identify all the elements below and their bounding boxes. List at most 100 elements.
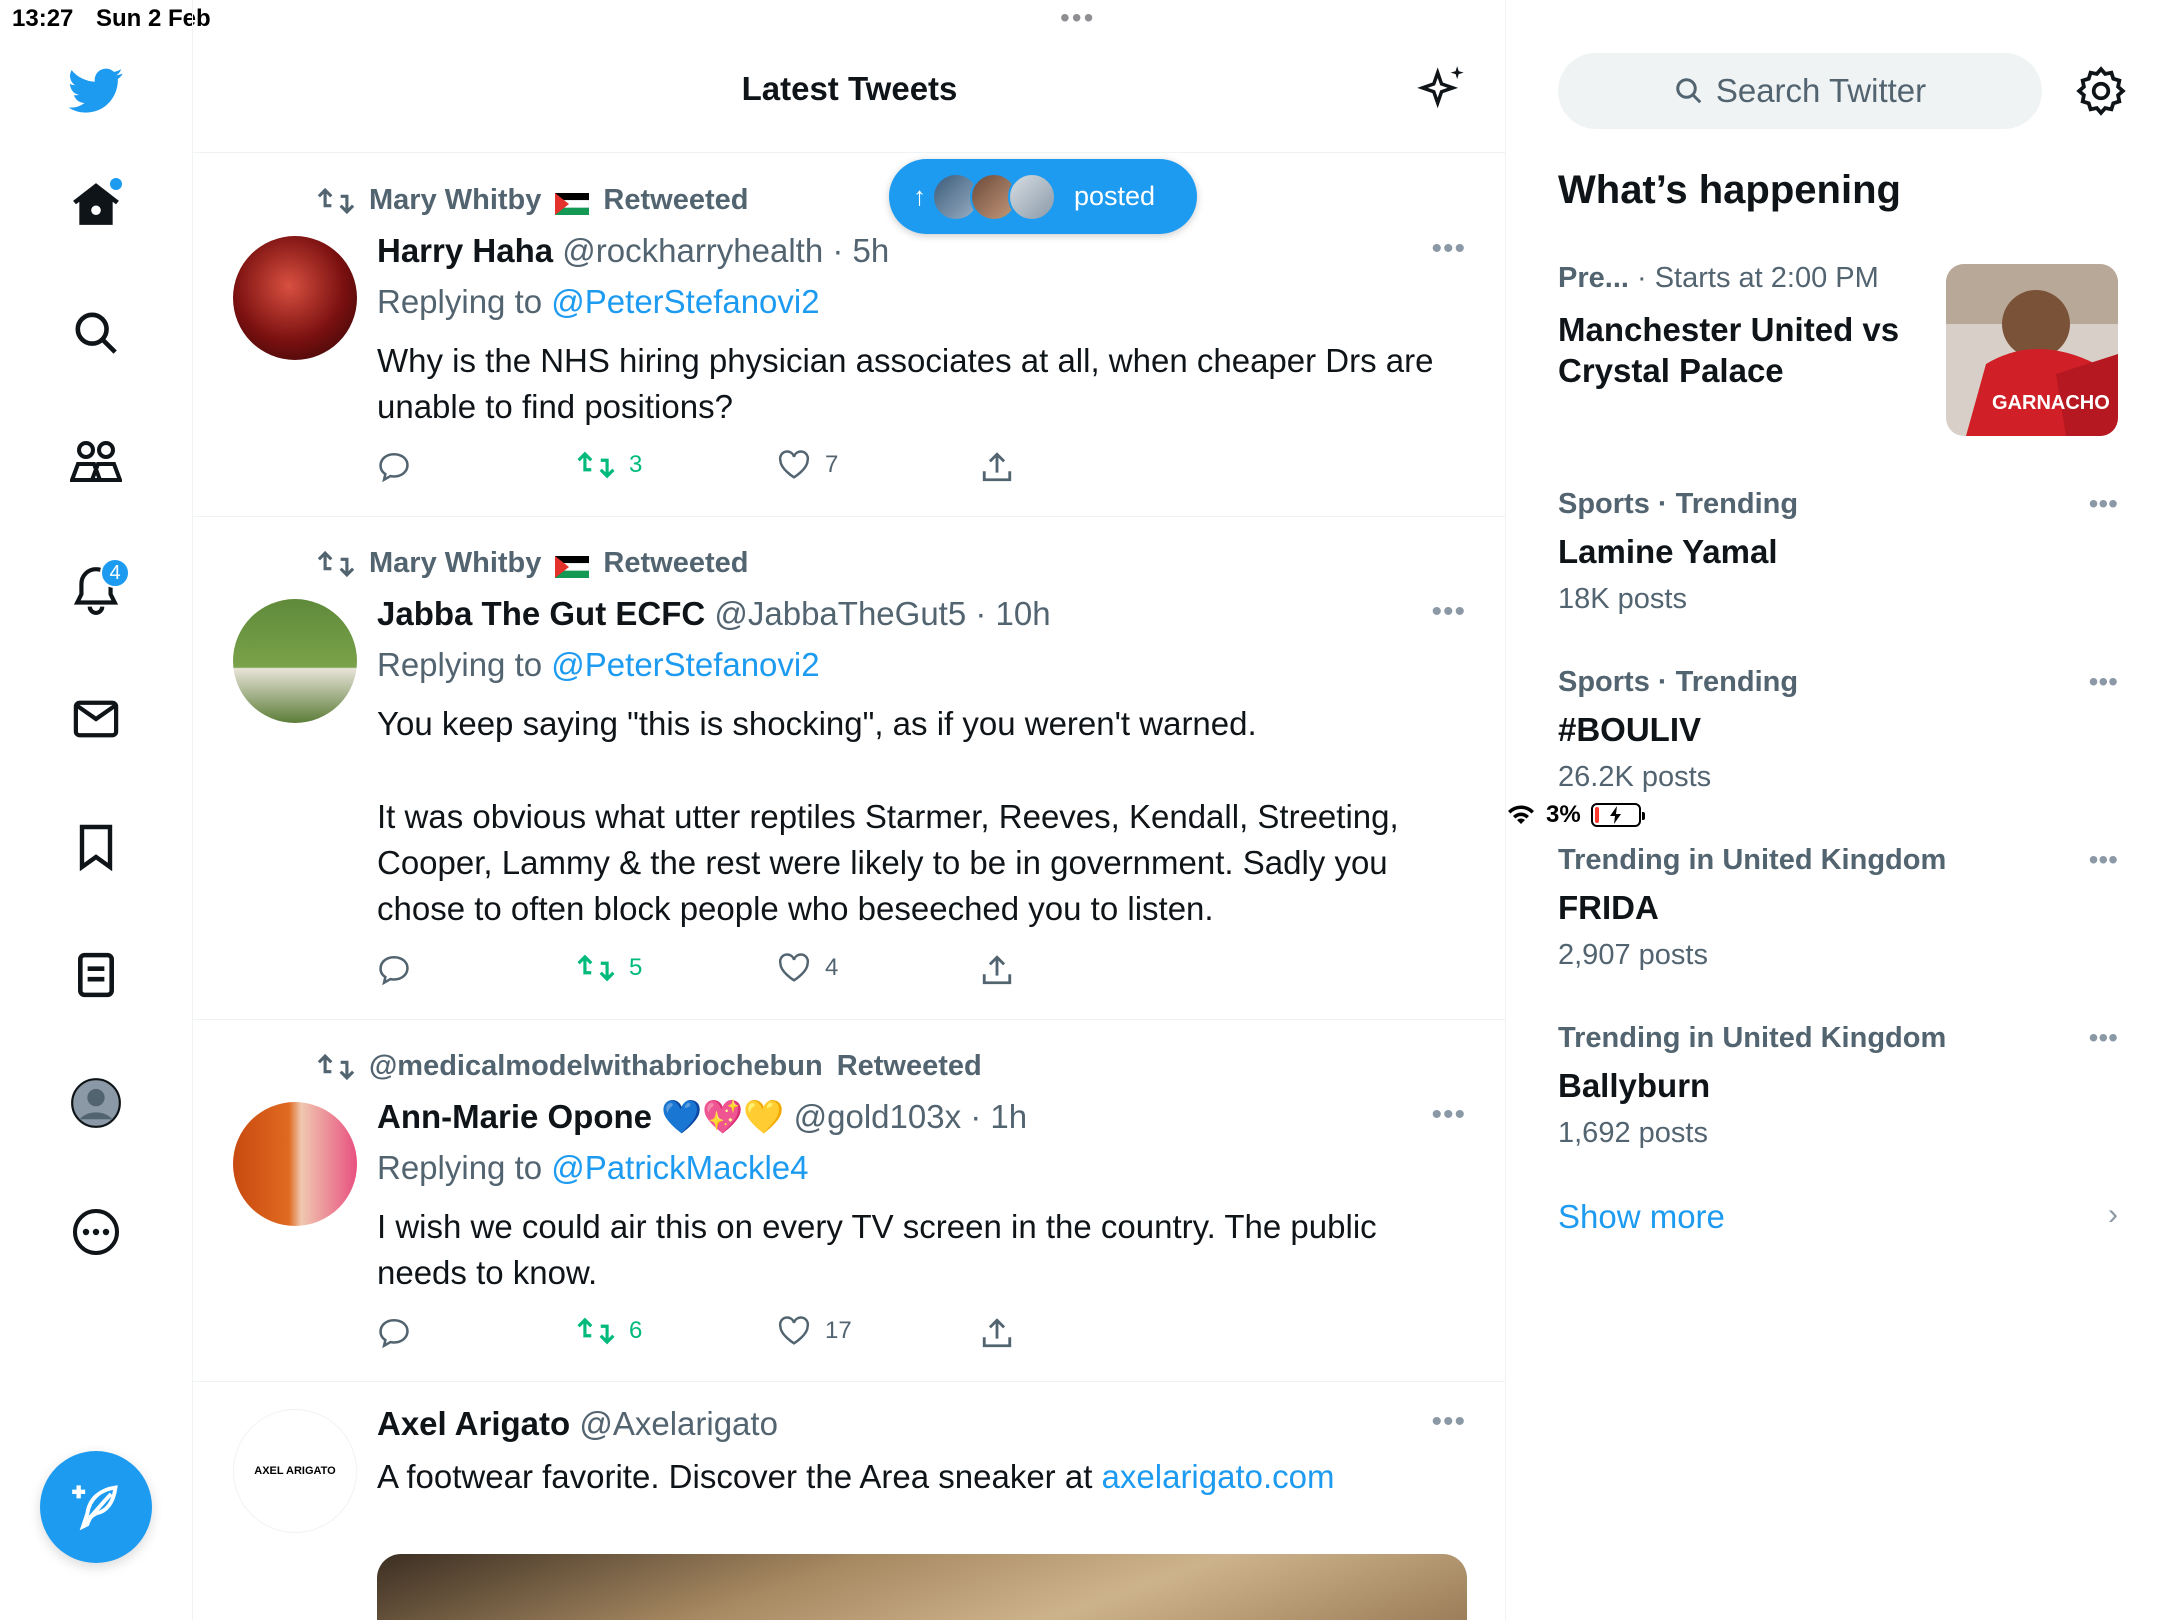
tweet-more-icon[interactable]: •••: [1431, 1098, 1466, 1132]
promo-media[interactable]: [377, 1554, 1467, 1620]
sparkle-icon[interactable]: [1416, 64, 1468, 116]
promo-link[interactable]: axelarigato.com: [1102, 1458, 1335, 1495]
compose-feather-icon: [72, 1485, 118, 1531]
timeline-column: Latest Tweets ↑ posted Mary Whitby Retwe…: [193, 0, 1506, 1620]
author-handle[interactable]: @Axelarigato: [579, 1405, 778, 1442]
replying-to-link[interactable]: @PeterStefanovi2: [551, 283, 819, 320]
search-icon[interactable]: [60, 297, 132, 369]
event-card[interactable]: Pre... · Starts at 2:00 PM Manchester Un…: [1558, 262, 2118, 437]
trend-more-icon[interactable]: •••: [2089, 488, 2118, 520]
notifications-badge: 4: [100, 558, 130, 588]
tweet-time: 5h: [852, 232, 890, 269]
retweet-icon: [577, 1317, 615, 1345]
trend-more-icon[interactable]: •••: [2089, 844, 2118, 876]
share-icon: [982, 1318, 1012, 1348]
replying-to-link[interactable]: @PatrickMackle4: [551, 1149, 808, 1186]
timeline-header: Latest Tweets: [193, 40, 1506, 153]
tweet-more-icon[interactable]: •••: [1431, 232, 1466, 266]
trend-item[interactable]: Sports · Trending Lamine Yamal 18K posts…: [1558, 488, 2118, 616]
settings-gear-icon[interactable]: [2076, 66, 2126, 116]
retweet-button[interactable]: 6: [577, 1316, 642, 1346]
chevron-right-icon: ›: [2108, 1198, 2118, 1231]
twitter-logo-icon[interactable]: [60, 55, 132, 127]
like-button[interactable]: 4: [777, 953, 838, 983]
retweet-button[interactable]: 5: [577, 953, 642, 983]
author-name[interactable]: Axel Arigato: [377, 1405, 570, 1442]
author-handle[interactable]: @gold103x: [794, 1098, 961, 1135]
promoted-tweet[interactable]: AXEL ARIGATO Axel Arigato @Axelarigato •…: [193, 1382, 1506, 1620]
trend-more-icon[interactable]: •••: [2089, 1022, 2118, 1054]
communities-icon[interactable]: [60, 426, 132, 498]
lists-icon[interactable]: [60, 939, 132, 1011]
event-thumb-text: GARNACHO: [1992, 392, 2110, 414]
replying-to-link[interactable]: @PeterStefanovi2: [551, 646, 819, 683]
reply-icon: [379, 955, 409, 986]
trend-name: Lamine Yamal: [1558, 533, 1778, 570]
retweeter-name[interactable]: Mary Whitby: [369, 184, 541, 217]
retweet-count: 6: [629, 1317, 643, 1344]
retweet-count: 3: [629, 451, 643, 478]
author-handle[interactable]: @JabbaTheGut5: [714, 595, 966, 632]
share-icon: [982, 955, 1012, 985]
profile-avatar-icon[interactable]: [60, 1067, 132, 1139]
search-placeholder: Search Twitter: [1715, 72, 1927, 109]
tweet[interactable]: Mary Whitby Retweeted Jabba The Gut ECFC…: [193, 517, 1506, 1020]
show-more-link[interactable]: Show more ›: [1558, 1198, 2118, 1236]
avatar[interactable]: [233, 599, 357, 723]
share-icon: [982, 452, 1012, 482]
palestine-flag-icon: [555, 190, 590, 215]
tweet-more-icon[interactable]: •••: [1431, 1405, 1466, 1439]
author-name[interactable]: Ann-Marie Opone: [377, 1098, 652, 1135]
retweet-context: @medicalmodelwithabriochebun Retweeted: [317, 1050, 982, 1083]
tweet-header: Jabba The Gut ECFC @JabbaTheGut5 · 10h: [377, 595, 1051, 632]
event-title: Manchester United vs Crystal Palace: [1558, 311, 1900, 389]
trend-item[interactable]: Trending in United Kingdom Ballyburn 1,6…: [1558, 1022, 2118, 1150]
retweeted-label: Retweeted: [836, 1050, 982, 1082]
like-button[interactable]: 17: [777, 1316, 852, 1346]
share-button[interactable]: [981, 953, 1013, 987]
reply-icon: [379, 452, 409, 483]
avatar[interactable]: [233, 236, 357, 360]
compose-tweet-button[interactable]: [40, 1451, 152, 1563]
retweet-icon: [317, 550, 355, 577]
trend-item[interactable]: Trending in United Kingdom FRIDA 2,907 p…: [1558, 844, 2118, 972]
tweet-more-icon[interactable]: •••: [1431, 595, 1466, 629]
retweeter-name[interactable]: @medicalmodelwithabriochebun: [369, 1050, 823, 1083]
author-name[interactable]: Jabba The Gut ECFC: [377, 595, 705, 632]
reply-button[interactable]: [377, 450, 411, 484]
tweet-actions: 6 17: [377, 1316, 1017, 1356]
tweet[interactable]: @medicalmodelwithabriochebun Retweeted A…: [193, 1020, 1506, 1382]
trend-posts: 2,907 posts: [1558, 939, 1708, 971]
share-button[interactable]: [981, 1316, 1013, 1350]
messages-icon[interactable]: [60, 683, 132, 755]
trend-more-icon[interactable]: •••: [2089, 666, 2118, 698]
trend-item[interactable]: Sports · Trending #BOULIV 26.2K posts ••…: [1558, 666, 2118, 794]
bookmarks-icon[interactable]: [60, 811, 132, 883]
tweet[interactable]: Mary Whitby Retweeted Harry Haha @rockha…: [193, 154, 1506, 517]
left-navigation: 4: [0, 0, 193, 1620]
reply-button[interactable]: [377, 953, 411, 987]
author-name[interactable]: Harry Haha: [377, 232, 553, 269]
sidebar-right: Search Twitter What’s happening Pre... ·…: [1506, 0, 2160, 1620]
notifications-bell-icon[interactable]: 4: [60, 554, 132, 626]
tweet-header: Axel Arigato @Axelarigato: [377, 1405, 778, 1443]
reply-button[interactable]: [377, 1316, 411, 1350]
trend-posts: 26.2K posts: [1558, 761, 1712, 793]
trend-category: Trending in United Kingdom: [1558, 1022, 1947, 1054]
author-handle[interactable]: @rockharryhealth: [562, 232, 823, 269]
avatar[interactable]: AXEL ARIGATO: [233, 1409, 357, 1533]
avatar[interactable]: [233, 1102, 357, 1226]
like-button[interactable]: 7: [777, 450, 838, 480]
retweet-button[interactable]: 3: [577, 450, 642, 480]
search-icon: [1676, 78, 1702, 104]
trend-name: FRIDA: [1558, 889, 1659, 926]
retweeter-name[interactable]: Mary Whitby: [369, 547, 541, 580]
event-thumbnail: GARNACHO: [1946, 264, 2118, 436]
more-options-icon[interactable]: [60, 1196, 132, 1268]
home-icon[interactable]: [60, 168, 132, 240]
tweet-time: 1h: [990, 1098, 1028, 1135]
search-input[interactable]: Search Twitter: [1558, 53, 2042, 129]
share-button[interactable]: [981, 450, 1013, 484]
heart-icon: [778, 450, 810, 479]
new-posts-pill[interactable]: ↑ posted: [889, 159, 1197, 234]
